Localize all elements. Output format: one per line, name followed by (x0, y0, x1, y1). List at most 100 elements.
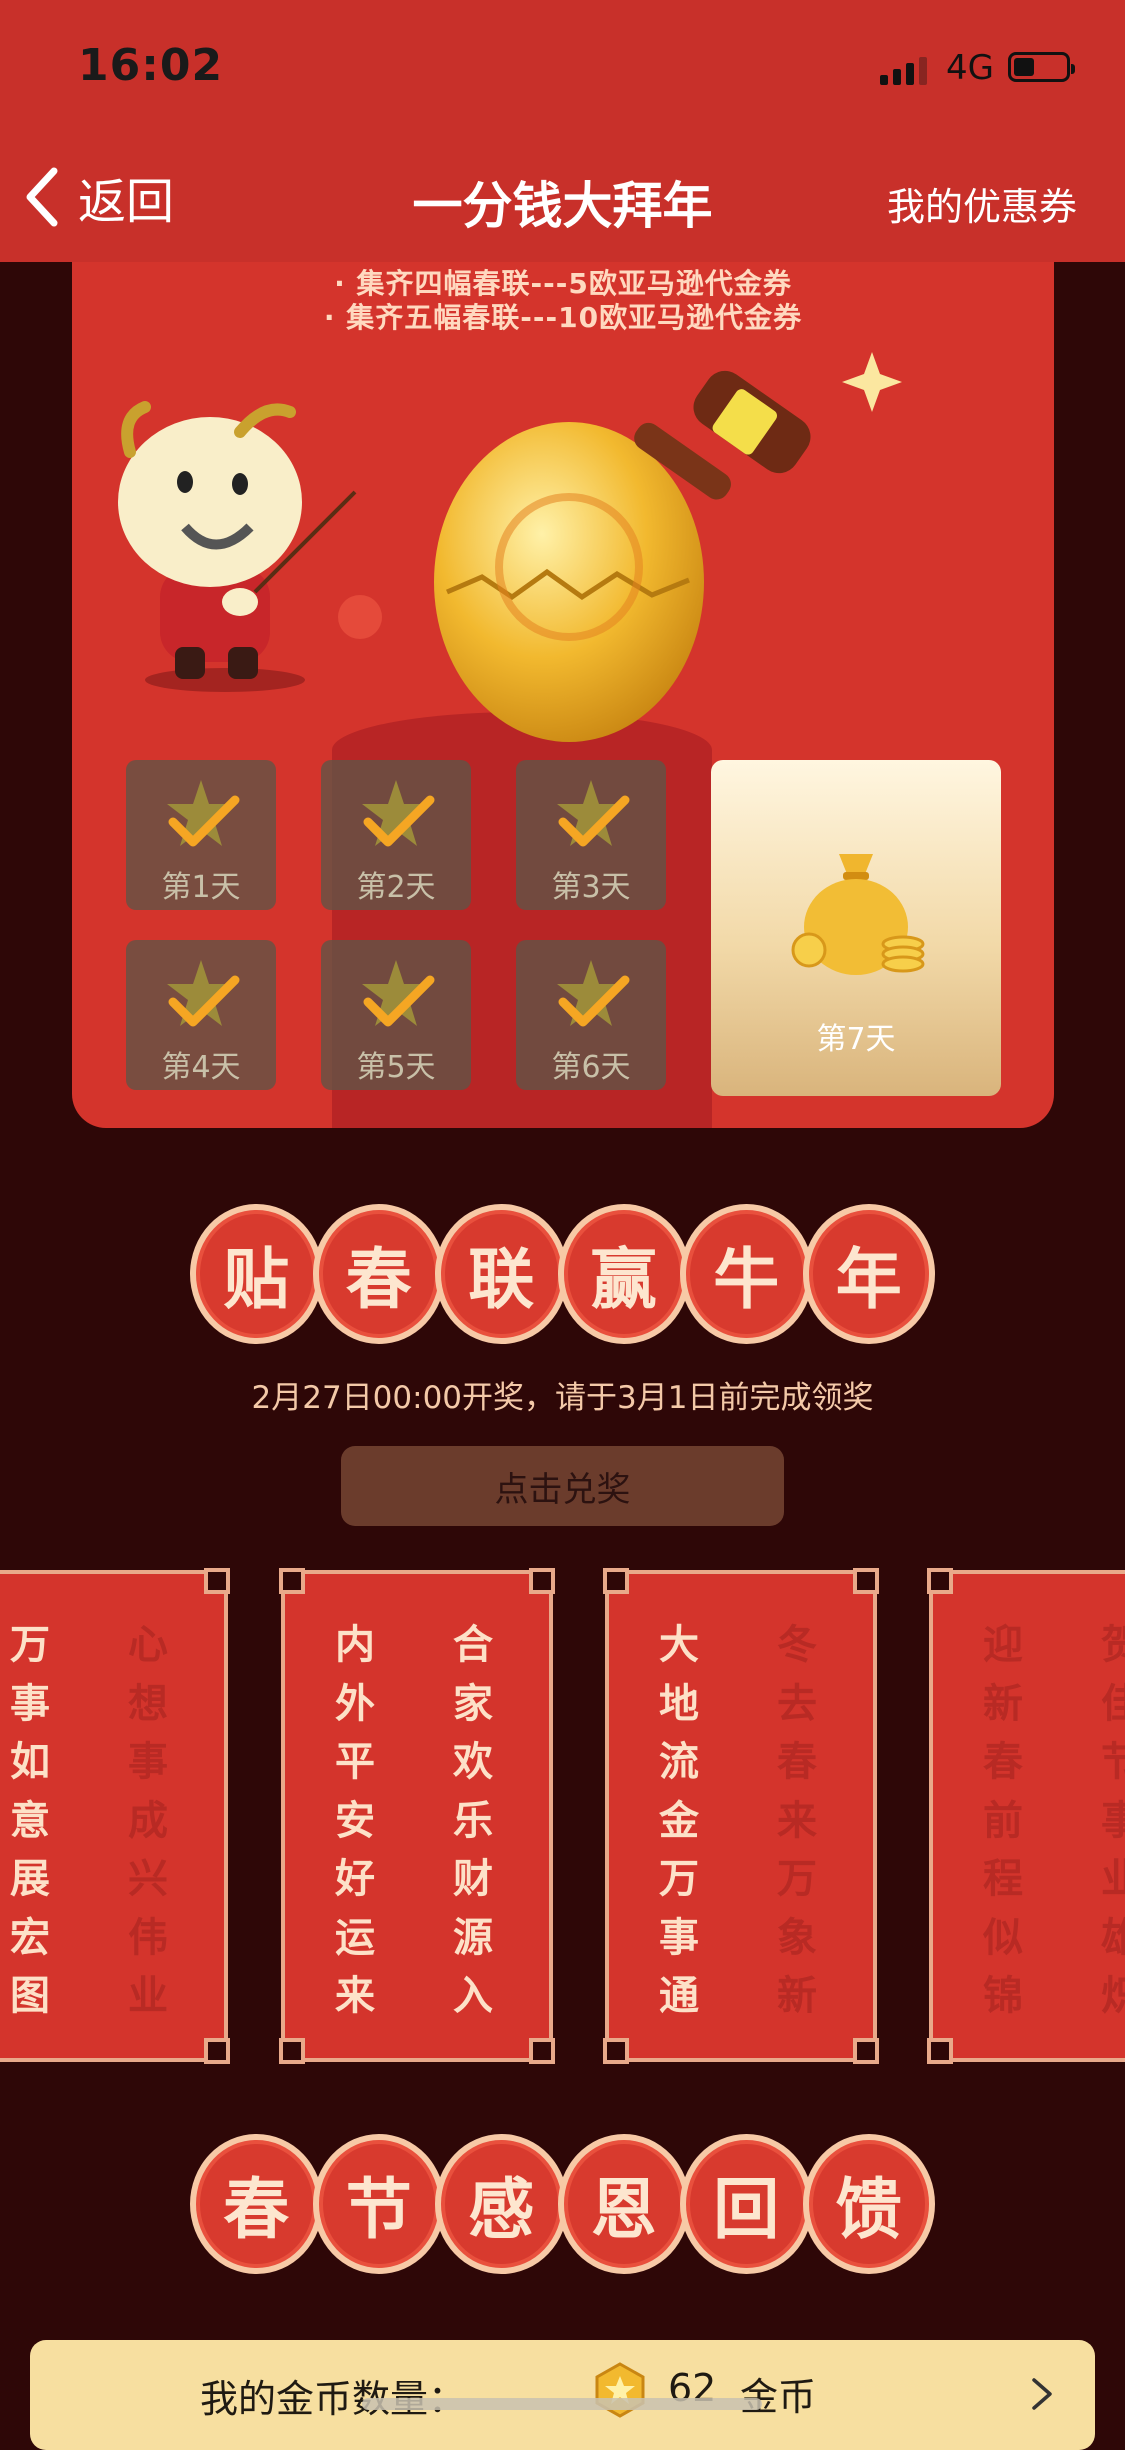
home-indicator (362, 2398, 762, 2410)
coin-label: 我的金币数量： (200, 2377, 467, 2421)
couplet-char: 入 (453, 1973, 493, 2019)
couplet-char: 地 (659, 1680, 699, 1727)
couplet-char: 似 (983, 1914, 1023, 1961)
couplet-char: 前 (983, 1797, 1023, 1844)
couplet-char: 兴 (128, 1856, 168, 1902)
day-label: 第1天 (161, 870, 241, 905)
couplet-char: 如 (10, 1739, 50, 1785)
couplet-char: 贺 (1101, 1622, 1125, 1668)
couplet-char: 安 (335, 1797, 375, 1844)
back-button[interactable]: 返回 (22, 162, 174, 232)
title-char: 节 (312, 2134, 445, 2274)
title-char: 春 (190, 2134, 323, 2274)
day-7-reward-tile[interactable]: 第7天 (711, 760, 1001, 1096)
check-star-icon (557, 960, 630, 1027)
couplet-char: 事 (1101, 1797, 1125, 1844)
couplet-char: 大 (659, 1622, 699, 1668)
couplet-char: 成 (128, 1797, 168, 1844)
day-label: 第7天 (816, 1022, 896, 1057)
chevron-right-icon (1032, 2378, 1052, 2410)
couplet-char: 外 (335, 1680, 375, 1727)
rule-line: · 集齐五幅春联---10欧亚马逊代金券 (323, 301, 803, 334)
day-tile[interactable]: 第1天 (126, 760, 276, 910)
couplet-char: 去 (777, 1680, 817, 1727)
couplet-char: 万 (10, 1622, 50, 1668)
back-label: 返回 (78, 174, 175, 230)
couplet-char: 意 (10, 1797, 50, 1844)
couplet-char: 象 (777, 1914, 817, 1961)
couplet-char: 宏 (10, 1914, 50, 1961)
couplet-char: 乐 (453, 1797, 493, 1844)
couplet-char: 好 (335, 1856, 375, 1902)
check-star-icon (362, 780, 435, 847)
couplet-char: 金 (659, 1797, 699, 1844)
couplet-char: 平 (335, 1739, 375, 1785)
redeem-button[interactable]: 点击兑奖 (341, 1446, 784, 1526)
couplet-card[interactable]: 万 事 如 意 展 宏 图 心 想 事 成 兴 伟 业 (0, 1568, 230, 2064)
coin-unit: 金币 (740, 2375, 817, 2419)
battery-icon (1008, 52, 1075, 82)
couplet-char: 万 (659, 1856, 699, 1902)
couplet-char: 源 (453, 1914, 493, 1961)
day-tile[interactable]: 第3天 (516, 760, 666, 910)
title-char: 贴 (190, 1204, 323, 1344)
signal-icon (880, 55, 934, 85)
couplet-char: 事 (128, 1739, 168, 1785)
couplet-char: 展 (10, 1856, 50, 1902)
couplet-char: 业 (1101, 1856, 1125, 1902)
couplet-char: 流 (659, 1739, 699, 1785)
coin-balance-bar[interactable] (30, 2340, 1095, 2450)
couplet-char: 炽 (1101, 1973, 1125, 2019)
ox-mascot-icon (118, 401, 382, 692)
couplet-card[interactable]: 迎 新 春 前 程 似 锦 贺 佳 节 事 业 雄 炽 (927, 1568, 1125, 2064)
title-char: 赢 (557, 1204, 690, 1344)
day-label: 第3天 (551, 870, 631, 905)
couplet-char: 来 (335, 1973, 375, 2019)
couplet-char: 雄 (1101, 1914, 1125, 1961)
day-tile[interactable]: 第6天 (516, 940, 666, 1090)
couplet-char: 欢 (453, 1739, 493, 1785)
title-char: 回 (680, 2134, 813, 2274)
day-tile[interactable]: 第2天 (321, 760, 471, 910)
money-bag-icon (791, 854, 925, 975)
day-tile[interactable]: 第5天 (321, 940, 471, 1090)
couplet-char: 业 (128, 1973, 168, 2019)
couplet-char: 新 (777, 1973, 817, 2019)
my-coupons-link[interactable]: 我的优惠券 (887, 176, 1077, 231)
couplet-char: 迎 (983, 1622, 1023, 1668)
couplet-char: 伟 (128, 1914, 168, 1961)
day-label: 第5天 (356, 1050, 436, 1085)
couplet-char: 想 (128, 1680, 168, 1727)
couplet-char: 图 (10, 1973, 50, 2019)
couplet-char: 事 (659, 1914, 699, 1961)
couplet-char: 来 (777, 1797, 817, 1844)
check-star-icon (167, 780, 240, 847)
couplet-card[interactable]: 大 地 流 金 万 事 通 冬 去 春 来 万 象 新 (603, 1568, 879, 2064)
couplet-char: 佳 (1101, 1680, 1125, 1727)
couplet-char: 春 (983, 1739, 1023, 1785)
sparkle-icon (842, 352, 902, 412)
section-title-collect-couplets: 贴 春 联 赢 牛 年 (190, 1204, 935, 1346)
check-star-icon (362, 960, 435, 1027)
couplet-char: 家 (453, 1680, 493, 1727)
section-title-festival-reward: 春 节 感 恩 回 馈 (190, 2134, 935, 2276)
couplet-char: 通 (659, 1973, 699, 2019)
status-time: 16:02 (78, 40, 224, 91)
draw-notice: 2月27日00:00开奖，请于3月1日前完成领奖 (251, 1380, 874, 1416)
couplet-char: 春 (777, 1739, 817, 1785)
couplet-char: 运 (335, 1914, 375, 1961)
couplet-char: 冬 (777, 1622, 817, 1668)
couplet-card[interactable]: 内 外 平 安 好 运 来 合 家 欢 乐 财 源 入 (279, 1568, 555, 2064)
couplet-char: 新 (983, 1680, 1023, 1727)
couplet-char: 财 (453, 1856, 493, 1902)
couplet-char: 节 (1101, 1739, 1125, 1785)
check-star-icon (167, 960, 240, 1027)
title-char: 牛 (680, 1204, 813, 1344)
day-label: 第6天 (551, 1050, 631, 1085)
title-char: 联 (435, 1204, 568, 1344)
day-tile[interactable]: 第4天 (126, 940, 276, 1090)
check-star-icon (557, 780, 630, 847)
day-label: 第4天 (161, 1050, 241, 1085)
day-label: 第2天 (356, 870, 436, 905)
couplet-char: 万 (777, 1856, 817, 1902)
